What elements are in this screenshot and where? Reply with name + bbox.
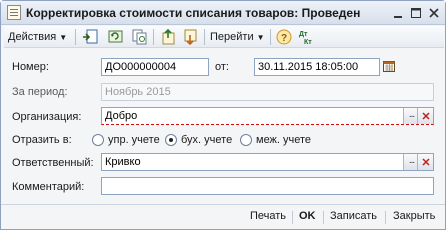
period-field: Ноябрь 2015 [101,83,434,101]
dropdown-arrow-icon: ▼ [59,33,68,42]
radio-management-label: упр. учете [108,134,160,146]
actions-menu-button[interactable]: Действия ▼ [8,28,67,46]
svg-text:Дт: Дт [299,31,308,38]
date-field[interactable]: 30.11.2015 18:05:00 [254,58,380,76]
copy-icon[interactable] [132,29,148,45]
toolbar-separator [153,29,154,45]
responsible-value: Кривко [105,156,141,168]
responsible-clear-button[interactable] [417,154,433,170]
radio-accounting-label: бух. учете [181,134,233,146]
toolbar-separator [204,29,205,45]
period-label: За период: [12,86,68,98]
toolbar: Действия ▼ Перейти ▼ ? Дт Кт [4,26,444,48]
svg-text:?: ? [281,33,287,44]
svg-text:Кт: Кт [304,39,312,45]
reflect-label: Отразить в: [12,134,72,146]
move-down-icon[interactable] [182,29,198,46]
organization-value: Добро [105,110,138,122]
responsible-field[interactable]: Кривко ... [101,153,434,171]
bottom-separator [292,211,293,224]
print-button[interactable]: Печать [250,210,286,222]
toolbar-separator [75,29,76,45]
title-bar[interactable]: Корректировка стоимости списания товаров… [1,1,445,25]
dt-kt-icon[interactable]: Дт Кт [298,29,314,46]
close-button[interactable]: Закрыть [393,210,435,222]
document-icon [7,5,21,20]
comment-field[interactable] [101,177,434,195]
bottom-separator [385,211,386,224]
actions-label: Действия [8,31,57,43]
comment-label: Комментарий: [12,181,85,193]
date-value: 30.11.2015 18:05:00 [258,61,359,73]
help-icon[interactable]: ? [276,29,292,45]
radio-intercompany-label: меж. учете [256,134,312,146]
radio-intercompany-accounting[interactable] [240,134,252,146]
minimize-icon[interactable] [391,6,405,20]
organization-label: Организация: [12,111,82,123]
goto-label: Перейти [210,31,254,43]
post-document-icon[interactable] [82,29,98,45]
window-title: Корректировка стоимости списания товаров… [26,6,361,20]
calendar-icon[interactable] [382,59,397,74]
move-up-icon[interactable] [160,28,176,45]
responsible-label: Ответственный: [12,157,94,169]
organization-field[interactable]: Добро ... [101,107,434,125]
bottom-separator [323,211,324,224]
maximize-icon[interactable] [409,6,423,20]
close-icon[interactable] [427,6,441,20]
radio-accounting[interactable] [165,134,177,146]
dropdown-arrow-icon: ▼ [256,33,265,42]
document-window: Корректировка стоимости списания товаров… [0,0,446,230]
organization-clear-button[interactable] [417,108,433,124]
radio-management-accounting[interactable] [92,134,104,146]
bottom-bar: Печать OK Записать Закрыть [1,204,445,229]
number-label: Номер: [12,61,49,73]
ok-button[interactable]: OK [299,210,316,222]
number-field[interactable]: ДО000000004 [101,58,209,76]
goto-menu-button[interactable]: Перейти ▼ [210,28,265,46]
date-label: от: [215,61,229,73]
save-button[interactable]: Записать [330,210,377,222]
toolbar-separator [270,29,271,45]
refresh-icon[interactable] [108,29,124,45]
